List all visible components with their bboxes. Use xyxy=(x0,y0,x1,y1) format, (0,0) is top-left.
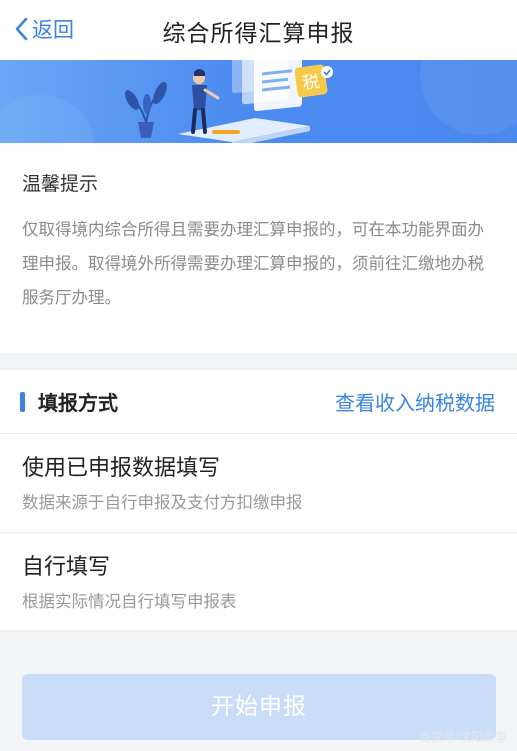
option-self-fill[interactable]: 自行填写 根据实际情况自行填写申报表 xyxy=(0,533,517,631)
banner: 税 <<<< xyxy=(0,60,517,143)
view-income-tax-data-link[interactable]: 查看收入纳税数据 xyxy=(335,387,495,416)
page-title: 综合所得汇算申报 xyxy=(162,21,355,47)
option-subtitle: 根据实际情况自行填写申报表 xyxy=(22,592,237,611)
plant-icon xyxy=(125,81,167,138)
watermark: 百家号/沈阳房事 xyxy=(418,730,507,744)
person-icon xyxy=(191,69,220,134)
option-use-declared-data[interactable]: 使用已申报数据填写 数据来源于自行申报及支付方扣缴申报 xyxy=(0,434,517,533)
tips-title: 温馨提示 xyxy=(22,173,99,195)
tips-card: 温馨提示 仅取得境内综合所得且需要办理汇算申报的，可在本功能界面办理申报。取得境… xyxy=(0,143,517,353)
filing-method-header: 填报方式 查看收入纳税数据 xyxy=(0,370,517,434)
section-title: 填报方式 xyxy=(38,391,118,415)
tips-text: 仅取得境内综合所得且需要办理汇算申报的，可在本功能界面办理申报。取得境外所得需要… xyxy=(22,220,484,307)
option-subtitle: 数据来源于自行申报及支付方扣缴申报 xyxy=(22,493,303,512)
option-title: 自行填写 xyxy=(22,555,111,580)
filing-method-card: 填报方式 查看收入纳税数据 使用已申报数据填写 数据来源于自行申报及支付方扣缴申… xyxy=(0,370,517,630)
option-title: 使用已申报数据填写 xyxy=(22,456,221,481)
tax-badge-icon: 税 xyxy=(294,64,333,98)
banner-illustration: 税 <<<< xyxy=(0,60,517,143)
nav-bar: 返回 综合所得汇算申报 xyxy=(0,0,517,60)
section-accent-bar xyxy=(20,392,25,412)
svg-text:税: 税 xyxy=(301,72,321,94)
